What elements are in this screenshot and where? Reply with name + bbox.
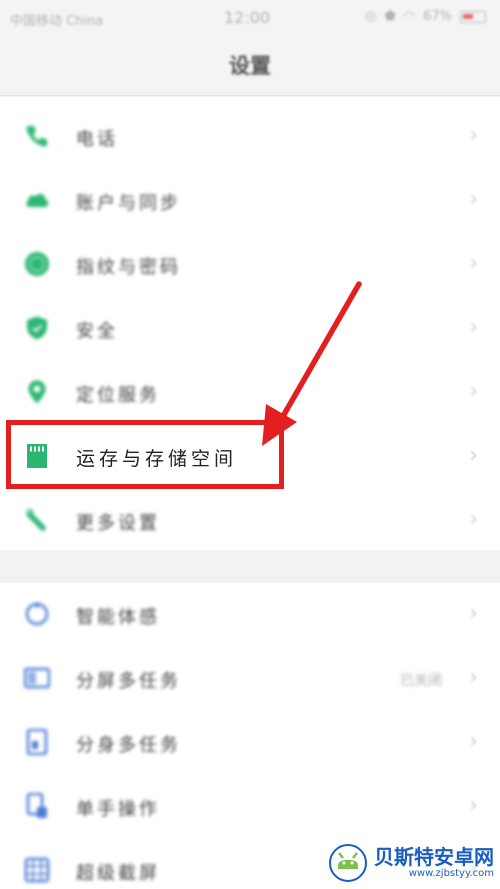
chevron-right-icon: › [469,123,478,148]
settings-item-smart-motion[interactable]: 智能体感 › [0,583,500,647]
split-screen-icon [24,667,50,689]
screenshot-icon [24,857,50,883]
settings-item-accounts[interactable]: 账户与同步 › [0,169,500,233]
settings-item-clone-apps[interactable]: 分身多任务 › [0,711,500,775]
settings-item-more[interactable]: 更多设置 › [0,489,500,553]
chevron-right-icon: › [469,187,478,212]
chevron-right-icon: › [469,729,478,754]
settings-item-fingerprint[interactable]: 指纹与密码 › [0,233,500,297]
carrier-name: 中国移动 China [10,14,104,29]
settings-item-label: 定位服务 [76,385,160,406]
chevron-right-icon: › [469,251,478,276]
settings-item-security[interactable]: 安全 › [0,297,500,361]
settings-item-label: 超级截屏 [76,863,160,884]
location-pin-icon [28,380,46,404]
battery-level: 67% [423,9,452,24]
status-icons: ◎ ⬟ ◠ 67% [365,9,486,24]
watermark-url: www.zjbstyy.com [408,868,494,879]
settings-item-phone[interactable]: 电话 › [0,105,500,169]
settings-item-label: 单手操作 [76,799,160,820]
chevron-right-icon: › [469,379,478,404]
settings-header: 设置 [0,36,500,96]
settings-item-split-screen[interactable]: 分屏多任务 已关闭 › [0,647,500,711]
settings-item-label: 账户与同步 [76,193,181,214]
watermark-logo-icon [329,844,367,882]
chevron-right-icon: › [469,793,478,818]
one-hand-icon [26,793,47,818]
page-title: 设置 [229,54,271,78]
settings-item-one-hand[interactable]: 单手操作 › [0,775,500,839]
wifi-icon: ◠ [403,9,416,24]
shield-status-icon: ⬟ [384,9,396,24]
settings-item-label: 电话 [76,129,118,150]
watermark: 贝斯特安卓网 www.zjbstyy.com [328,843,494,883]
settings-item-label: 分屏多任务 [76,671,181,692]
chevron-right-icon: › [469,315,478,340]
settings-item-label: 智能体感 [76,607,160,628]
settings-item-value: 已关闭 [400,673,442,689]
shield-icon [27,316,47,340]
settings-item-label: 安全 [76,321,118,342]
chevron-right-icon: › [469,507,478,532]
settings-item-label: 分身多任务 [76,735,181,756]
chevron-right-icon: › [469,601,478,626]
phone-icon [26,126,47,147]
clone-app-icon [26,729,48,755]
status-bar: 中国移动 China 12:00 ◎ ⬟ ◠ 67% [0,0,500,36]
alarm-icon: ◎ [365,9,377,24]
chevron-right-icon: › [469,443,478,468]
motion-icon [25,602,49,626]
settings-item-label: 指纹与密码 [76,257,181,278]
fingerprint-icon [25,252,49,276]
highlight-box [6,420,284,489]
settings-item-location[interactable]: 定位服务 › [0,361,500,425]
status-time: 12:00 [224,8,271,27]
watermark-title: 贝斯特安卓网 [374,845,494,869]
wrench-icon [26,508,46,531]
chevron-right-icon: › [469,665,478,690]
settings-item-label: 更多设置 [76,513,160,534]
cloud-icon [26,193,48,207]
battery-icon [460,10,486,23]
